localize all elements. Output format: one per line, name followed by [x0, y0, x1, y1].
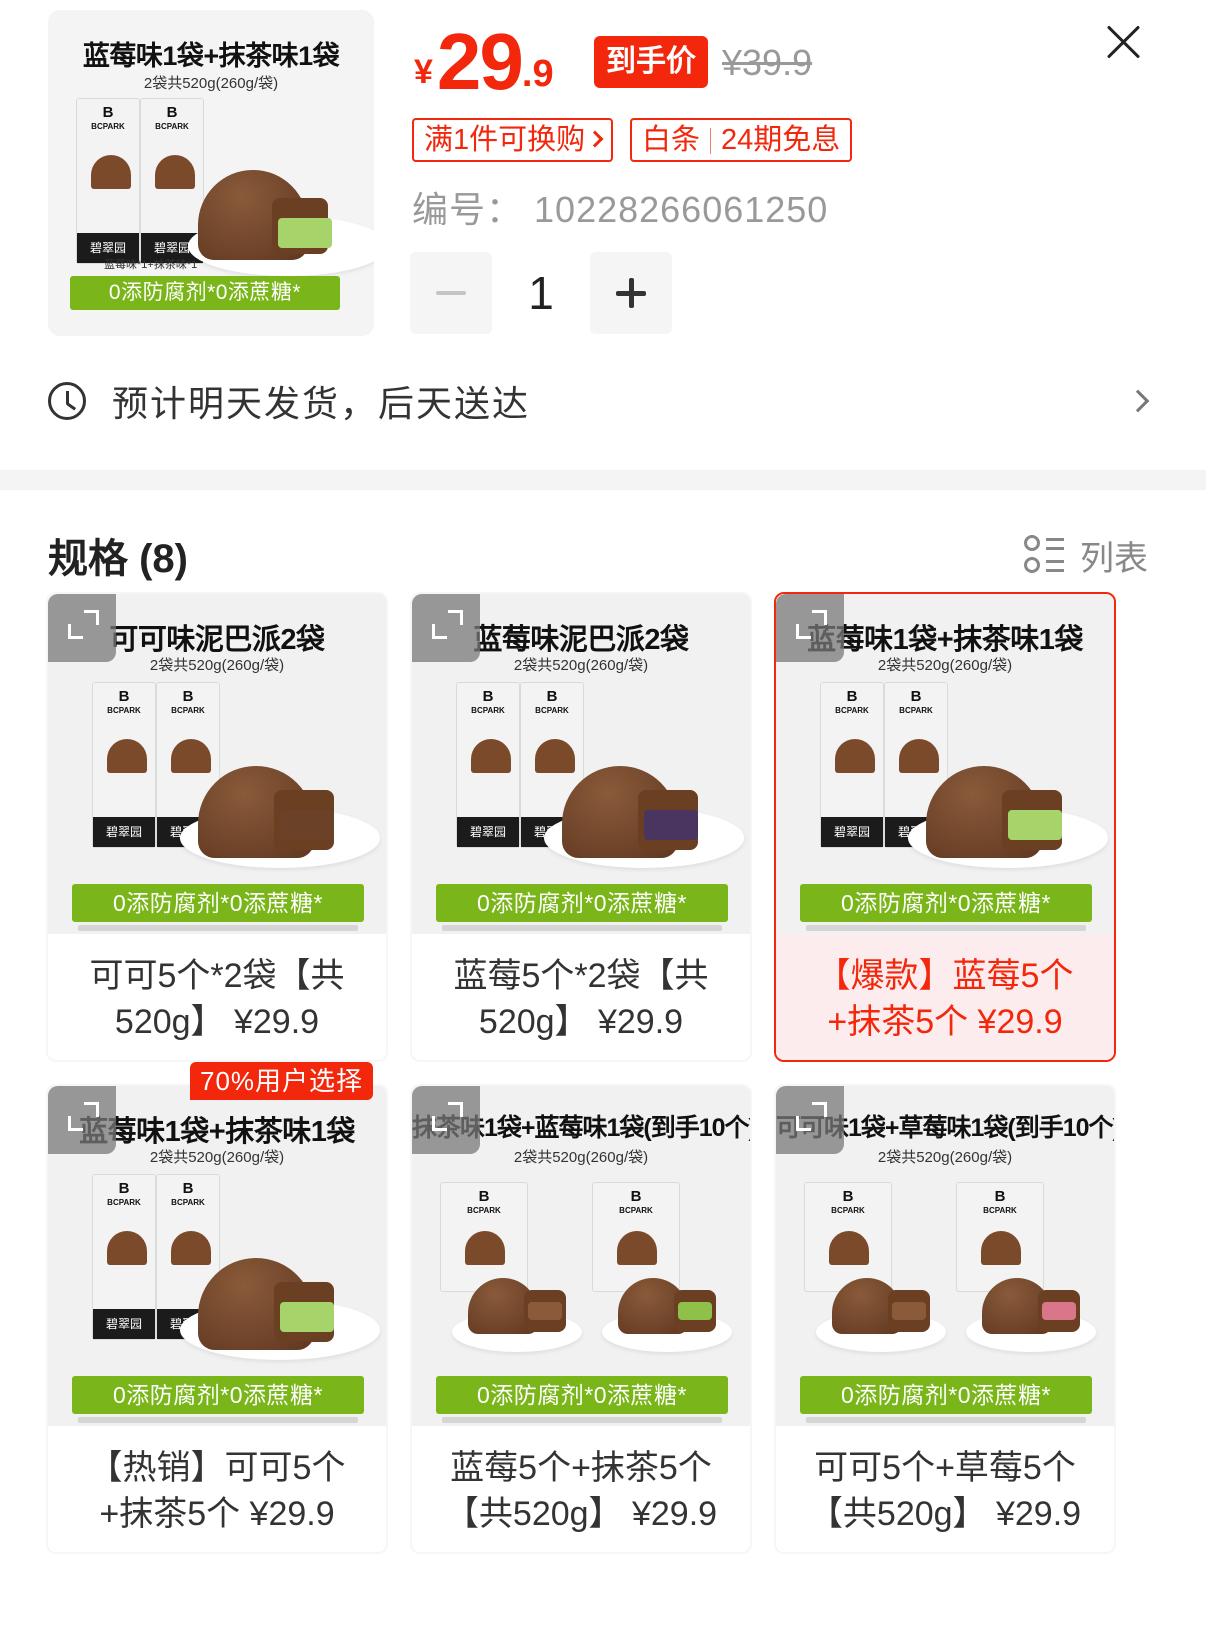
option-label-area: 蓝莓5个+抹茶5个【共520g】 ¥29.9 — [412, 1426, 750, 1552]
no-preservative-banner: 0添防腐剂*0添蔗糖* — [436, 884, 728, 922]
option-label: 蓝莓5个*2袋【共520g】 ¥29.9 — [453, 957, 709, 1041]
sku-label: 编号： — [412, 189, 524, 230]
fine-print — [78, 925, 358, 931]
cake-slice-image — [1002, 790, 1062, 850]
no-preservative-banner: 0添防腐剂*0添蔗糖* — [800, 1376, 1092, 1414]
fine-print — [442, 1417, 722, 1423]
expand-icon[interactable] — [776, 1086, 844, 1154]
thumbnail-title: 蓝莓味1袋+抹茶味1袋 — [82, 41, 340, 71]
flavor-note: 蓝莓味*1+抹茶味*1 — [104, 259, 198, 271]
quantity-value[interactable]: 1 — [492, 266, 590, 320]
product-bag-image: BBCPARK碧翠园 — [92, 1174, 156, 1340]
price-decimal: .9 — [521, 53, 554, 95]
option-image: 可可味1袋+草莓味1袋(到手10个) 2袋共520g(260g/袋) B BCPA… — [776, 1086, 1114, 1426]
exchange-promo-label: 满1件可换购 — [424, 124, 586, 156]
option-label: 可可5个*2袋【共520g】 ¥29.9 — [89, 957, 345, 1041]
expand-icon[interactable] — [412, 594, 480, 662]
price-display: ¥ 29 .9 — [414, 18, 554, 102]
clock-icon — [48, 382, 86, 420]
installment-provider: 白条 — [642, 124, 701, 156]
price-integer: 29 — [436, 17, 524, 106]
spec-option-card[interactable]: 可可味泥巴派2袋 2袋共520g(260g/袋) B BCPARK 碧翠园 B BCP… — [46, 592, 388, 1062]
product-bag-image: BBCPARK碧翠园 — [456, 682, 520, 848]
cake-slice-image — [274, 790, 334, 850]
decrease-quantity-button[interactable] — [410, 252, 492, 334]
spec-option-card[interactable]: 蓝莓味泥巴派2袋 2袋共520g(260g/袋) B BCPARK 碧翠园 B BCP… — [410, 592, 752, 1062]
close-icon[interactable] — [1098, 16, 1150, 68]
no-preservative-banner: 0添防腐剂*0添蔗糖* — [70, 276, 340, 310]
delivery-info-row[interactable]: 预计明天发货，后天送达 — [48, 366, 1158, 436]
cake-filling — [278, 218, 332, 248]
sku-number: 编号： 10228266061250 — [412, 184, 828, 236]
expand-icon[interactable] — [776, 594, 844, 662]
product-header: 蓝莓味1袋+抹茶味1袋 2袋共520g(260g/袋) B BCPARK 碧翠园 B… — [0, 0, 1206, 470]
fine-print — [442, 925, 722, 931]
product-bag-image: B BCPARK — [804, 1182, 892, 1292]
sku-value: 10228266061250 — [534, 189, 829, 230]
option-image: 蓝莓味泥巴派2袋 2袋共520g(260g/袋) B BCPARK 碧翠园 B BCP… — [412, 594, 750, 934]
chevron-right-icon — [586, 130, 604, 148]
option-label: 【爆款】蓝莓5个+抹茶5个 ¥29.9 — [816, 957, 1074, 1041]
final-price-tag: 到手价 — [594, 36, 708, 88]
expand-icon[interactable] — [48, 594, 116, 662]
product-bag-image: B BCPARK — [956, 1182, 1044, 1292]
no-preservative-banner: 0添防腐剂*0添蔗糖* — [436, 1376, 728, 1414]
option-label-area: 【爆款】蓝莓5个+抹茶5个 ¥29.9 — [776, 934, 1114, 1060]
cake-slice-image — [272, 198, 332, 254]
installment-promo-button[interactable]: 白条 24期免息 — [630, 118, 853, 162]
list-view-toggle[interactable]: 列表 — [1024, 531, 1148, 580]
installment-term: 24期免息 — [721, 124, 841, 156]
chevron-right-icon — [1126, 389, 1150, 413]
no-preservative-banner: 0添防腐剂*0添蔗糖* — [72, 1376, 364, 1414]
spec-option-card[interactable]: 蓝莓味1袋+抹茶味1袋 2袋共520g(260g/袋) B BCPARK 碧翠园 B… — [774, 592, 1116, 1062]
product-bag-image: B BCPARK — [592, 1182, 680, 1292]
no-preservative-banner: 0添防腐剂*0添蔗糖* — [72, 884, 364, 922]
fine-print — [806, 925, 1086, 931]
product-thumbnail[interactable]: 蓝莓味1袋+抹茶味1袋 2袋共520g(260g/袋) B BCPARK 碧翠园 B… — [48, 10, 374, 336]
cake-slice-image — [638, 790, 698, 850]
spec-option-card[interactable]: 可可味1袋+草莓味1袋(到手10个) 2袋共520g(260g/袋) B BCPA… — [774, 1084, 1116, 1554]
option-label-area: 可可5个+草莓5个【共520g】 ¥29.9 — [776, 1426, 1114, 1552]
option-image: 可可味泥巴派2袋 2袋共520g(260g/袋) B BCPARK 碧翠园 B BCP… — [48, 594, 386, 934]
option-image: 抹茶味1袋+蓝莓味1袋(到手10个) 2袋共520g(260g/袋) B BCPA… — [412, 1086, 750, 1426]
popular-badge: 70%用户选择 — [190, 1062, 374, 1100]
cake-slice-image — [524, 1290, 566, 1332]
divider — [710, 128, 712, 155]
option-label-area: 【热销】可可5个+抹茶5个 ¥29.9 — [48, 1426, 386, 1552]
spec-option-card[interactable]: 蓝莓味1袋+抹茶味1袋 2袋共520g(260g/袋) B BCPARK 碧翠园 B… — [46, 1084, 388, 1554]
fine-print — [78, 1417, 358, 1423]
cake-slice-image — [1038, 1290, 1080, 1332]
cake-slice-image — [674, 1290, 716, 1332]
section-divider — [0, 470, 1206, 490]
product-bag-image: B BCPARK — [440, 1182, 528, 1292]
option-image: 蓝莓味1袋+抹茶味1袋 2袋共520g(260g/袋) B BCPARK 碧翠园 B… — [48, 1086, 386, 1426]
cake-slice-image — [274, 1282, 334, 1342]
option-label: 【热销】可可5个+抹茶5个 ¥29.9 — [88, 1449, 346, 1533]
option-label: 蓝莓5个+抹茶5个【共520g】 ¥29.9 — [444, 1449, 718, 1533]
exchange-promo-button[interactable]: 满1件可换购 — [412, 118, 614, 162]
delivery-estimate: 预计明天发货，后天送达 — [112, 383, 531, 424]
product-bag-image: BBCPARK碧翠园 — [820, 682, 884, 848]
expand-icon[interactable] — [412, 1086, 480, 1154]
option-label: 可可5个+草莓5个【共520g】 ¥29.9 — [808, 1449, 1082, 1533]
increase-quantity-button[interactable] — [590, 252, 672, 334]
fine-print — [806, 1417, 1086, 1423]
product-bag-image: BBCPARK碧翠园 — [92, 682, 156, 848]
cake-slice-image — [888, 1290, 930, 1332]
thumbnail-subtitle: 2袋共520g(260g/袋) — [143, 75, 279, 92]
expand-icon[interactable] — [48, 1086, 116, 1154]
no-preservative-banner: 0添防腐剂*0添蔗糖* — [800, 884, 1092, 922]
original-price: ¥39.9 — [722, 42, 813, 83]
product-bag-image: BBCPARK碧翠园 — [76, 98, 140, 264]
spec-header: 规格 (8) 列表 — [48, 520, 1158, 590]
list-view-icon — [1024, 535, 1066, 575]
spec-option-card[interactable]: 抹茶味1袋+蓝莓味1袋(到手10个) 2袋共520g(260g/袋) B BCPA… — [410, 1084, 752, 1554]
option-label-area: 蓝莓5个*2袋【共520g】 ¥29.9 — [412, 934, 750, 1060]
quantity-stepper: 1 — [410, 252, 672, 334]
currency-symbol: ¥ — [414, 53, 433, 91]
option-label-area: 可可5个*2袋【共520g】 ¥29.9 — [48, 934, 386, 1060]
list-view-label: 列表 — [1080, 539, 1148, 578]
option-image: 蓝莓味1袋+抹茶味1袋 2袋共520g(260g/袋) B BCPARK 碧翠园 B… — [776, 594, 1114, 934]
spec-title: 规格 (8) — [48, 537, 188, 581]
